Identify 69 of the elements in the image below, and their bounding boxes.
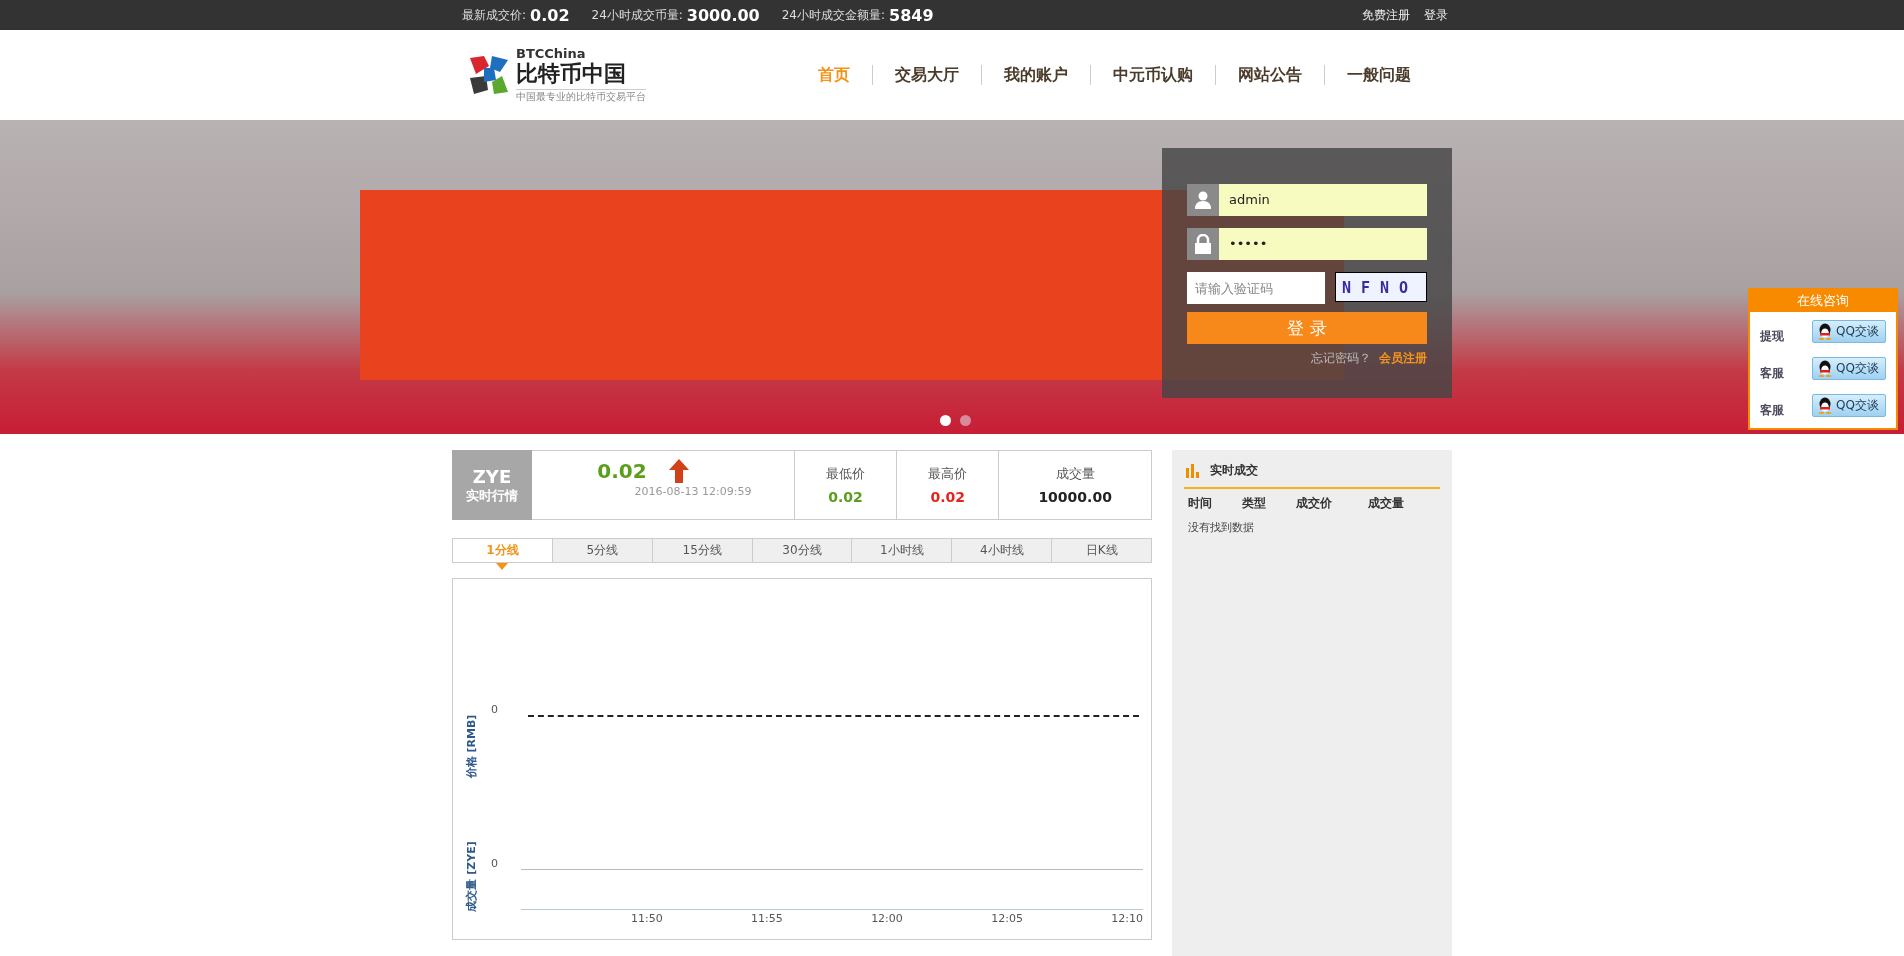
stat-value: 5849 <box>889 5 934 25</box>
stat-value: 10000.00 <box>1038 489 1112 505</box>
nav-link[interactable]: 一般问题 <box>1325 64 1433 86</box>
password-icon <box>1195 234 1211 254</box>
password-field[interactable]: ••••• <box>1187 228 1427 260</box>
axis-tick: 12:05 <box>991 912 1023 925</box>
axis-tick: 12:10 <box>1111 912 1143 925</box>
consult-title: 在线咨询 <box>1750 290 1896 312</box>
axis-tick: 12:00 <box>871 912 903 925</box>
qq-chat-button[interactable]: QQ交谈 <box>1812 357 1886 380</box>
consult-label: 客服 <box>1760 402 1784 419</box>
captcha-field[interactable]: 请输入验证码 <box>1187 272 1325 304</box>
stat-label: 最新成交价: <box>462 6 527 24</box>
panel-title: 实时成交 <box>1210 462 1258 479</box>
stat-value: 0.02 <box>530 5 570 25</box>
tab-pointer-icon <box>496 563 509 570</box>
period-tab[interactable]: 日K线 <box>1051 539 1151 562</box>
slide-dot[interactable] <box>960 415 971 426</box>
period-tab[interactable]: 15分线 <box>651 539 752 562</box>
column-header: 成交价 <box>1295 495 1333 512</box>
username-field[interactable]: admin <box>1187 184 1427 216</box>
period-tab[interactable]: 1小时线 <box>851 539 952 562</box>
captcha-image[interactable]: NFNO <box>1335 272 1427 302</box>
column-header: 类型 <box>1241 495 1267 512</box>
stat-value: 0.02 <box>828 489 863 505</box>
stat-label: 24小时成交币量: <box>591 6 683 24</box>
logo-tagline: 中国最专业的比特币交易平台 <box>516 88 646 104</box>
column-header: 成交量 <box>1367 495 1405 512</box>
consult-label: 提现 <box>1760 328 1784 345</box>
forgot-password-link[interactable]: 忘记密码？ <box>1311 350 1371 367</box>
qq-chat-button[interactable]: QQ交谈 <box>1812 394 1886 417</box>
period-tab[interactable]: 30分线 <box>751 539 852 562</box>
stat-value: 0.02 <box>930 489 965 505</box>
axis-tick: 11:50 <box>631 912 663 925</box>
stat-label: 成交量 <box>1055 465 1095 483</box>
stat-value: 3000.00 <box>686 5 760 25</box>
price-time: 2016-08-13 12:09:59 <box>634 485 752 498</box>
penguin-icon <box>1817 360 1834 377</box>
stat-label: 最低价 <box>826 465 866 483</box>
qq-chat-button[interactable]: QQ交谈 <box>1812 320 1886 343</box>
symbol-code: ZYE <box>472 465 512 487</box>
symbol-caption: 实时行情 <box>466 486 518 505</box>
axis-tick: 11:55 <box>751 912 783 925</box>
axis-tick: 0 <box>491 703 498 716</box>
period-tab[interactable]: 4小时线 <box>951 539 1052 562</box>
top-link[interactable]: 免费注册 <box>1362 6 1410 24</box>
nav-link[interactable]: 我的账户 <box>982 64 1090 86</box>
period-tab[interactable]: 5分线 <box>551 539 652 562</box>
top-link[interactable]: 登录 <box>1424 6 1448 24</box>
logo-brand: BTCChina <box>516 46 587 61</box>
stat-label: 最高价 <box>928 465 968 483</box>
penguin-icon <box>1817 397 1834 414</box>
consult-label: 客服 <box>1760 365 1784 382</box>
current-price: 0.02 <box>597 459 647 483</box>
slide-dot[interactable] <box>940 415 951 426</box>
axis-label: 价格 [RMB] <box>463 713 479 781</box>
nav-link[interactable]: 中元币认购 <box>1091 64 1215 86</box>
penguin-icon <box>1817 323 1834 340</box>
stat-label: 24小时成交金额量: <box>781 6 886 24</box>
column-header: 时间 <box>1187 495 1213 512</box>
nav-link[interactable]: 网站公告 <box>1216 64 1324 86</box>
empty-message: 没有找到数据 <box>1187 520 1255 536</box>
axis-tick: 0 <box>491 857 498 870</box>
register-link[interactable]: 会员注册 <box>1379 350 1427 367</box>
username-icon <box>1195 191 1211 209</box>
logo-name: 比特币中国 <box>516 60 627 87</box>
nav-link[interactable]: 交易大厅 <box>873 64 981 86</box>
bar-chart-icon <box>1186 463 1200 478</box>
axis-label: 成交量 [ZYE] <box>463 840 479 914</box>
